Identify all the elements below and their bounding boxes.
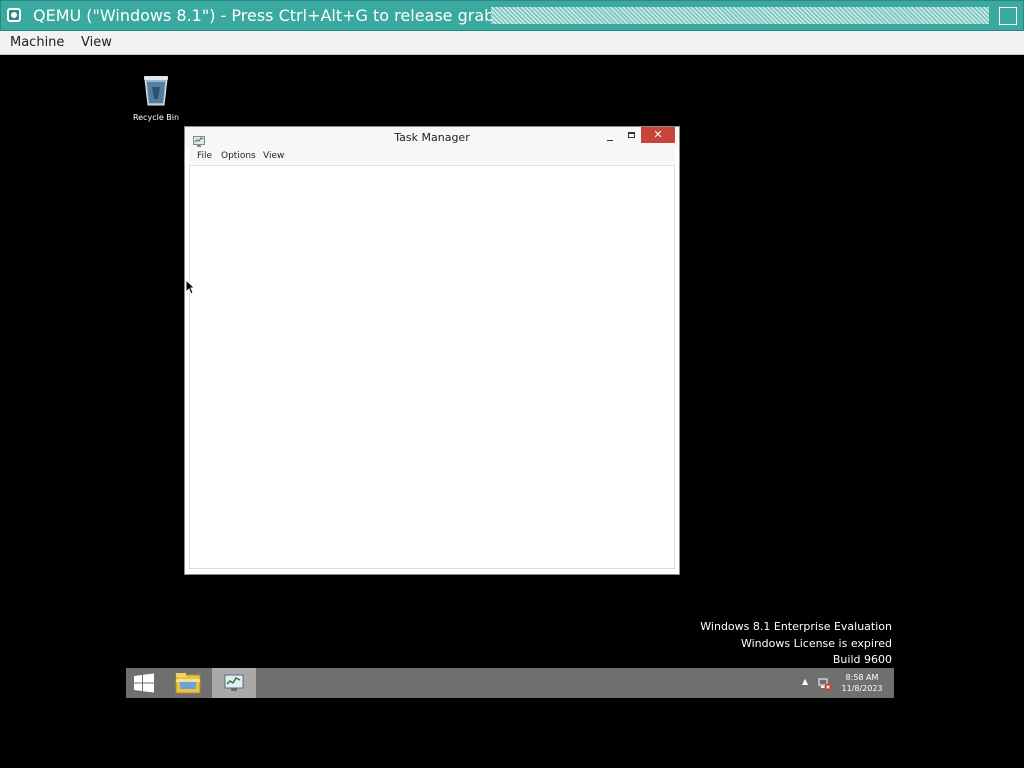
taskbar[interactable]: ▲ 8:58 AM 11/8/2023 [126, 668, 894, 698]
qemu-titlebar[interactable]: QEMU ("Windows 8.1") - Press Ctrl+Alt+G … [0, 0, 1024, 31]
clock-time: 8:58 AM [845, 673, 879, 682]
mouse-pointer-icon [185, 278, 196, 295]
system-clock[interactable]: 8:58 AM 11/8/2023 [838, 672, 886, 694]
watermark-build: Build 9600 [832, 653, 892, 666]
close-button[interactable]: ✕ [641, 127, 675, 143]
clock-date: 11/8/2023 [841, 684, 883, 693]
maximize-button[interactable] [625, 129, 639, 143]
license-watermark: Windows 8.1 Enterprise Evaluation Window… [700, 619, 892, 669]
qemu-menubar: Machine View [0, 31, 1024, 55]
titlebar-hatch-pattern [491, 7, 989, 24]
recycle-bin-label: Recycle Bin [132, 113, 180, 122]
task-manager-menubar: File Options View [189, 149, 675, 166]
menu-options[interactable]: Options [221, 151, 256, 161]
network-error-icon[interactable] [818, 676, 832, 691]
recycle-bin-icon [142, 73, 170, 107]
folder-icon[interactable] [174, 671, 202, 695]
watermark-license: Windows License is expired [740, 636, 892, 650]
watermark-edition: Windows 8.1 Enterprise Evaluation [700, 620, 892, 633]
task-manager-titlebar[interactable]: Task Manager ✕ [185, 127, 679, 149]
menu-view[interactable]: View [81, 35, 112, 50]
taskbar-task-manager[interactable] [212, 668, 256, 698]
minimize-button[interactable] [604, 131, 618, 145]
task-manager-window[interactable]: Task Manager ✕ File Options View [184, 126, 680, 575]
desktop-icon-recycle-bin[interactable]: Recycle Bin [128, 73, 184, 122]
task-manager-content[interactable] [189, 166, 675, 569]
menu-view[interactable]: View [263, 151, 284, 161]
menu-file[interactable]: File [197, 151, 212, 161]
qemu-app-icon[interactable] [7, 8, 21, 22]
menu-machine[interactable]: Machine [10, 35, 64, 50]
task-manager-icon [224, 674, 244, 692]
qemu-window-title: QEMU ("Windows 8.1") - Press Ctrl+Alt+G … [33, 6, 495, 25]
qemu-maximize-button[interactable] [999, 7, 1017, 25]
windows-logo-icon[interactable] [134, 673, 154, 693]
show-hidden-icons-button[interactable]: ▲ [802, 677, 808, 686]
